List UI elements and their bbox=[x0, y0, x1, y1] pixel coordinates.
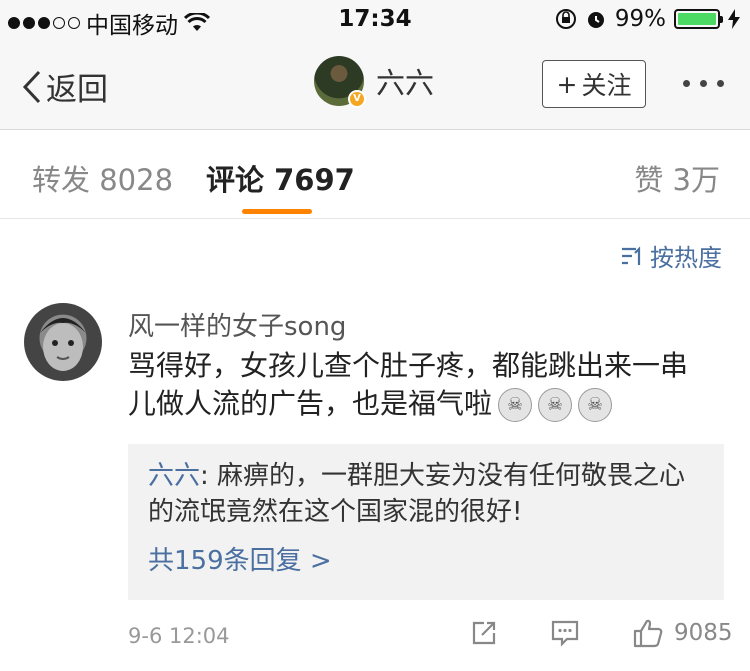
plus-icon: + bbox=[556, 69, 578, 99]
tab-comment[interactable]: 评论 7697 bbox=[206, 157, 355, 199]
reply-author[interactable]: 六六 bbox=[148, 461, 200, 491]
view-all-replies-link[interactable]: 共159条回复 > bbox=[148, 540, 704, 577]
commenter-avatar[interactable] bbox=[24, 303, 102, 381]
back-button[interactable]: 返回 bbox=[22, 64, 108, 109]
share-icon bbox=[472, 621, 496, 645]
more-options-icon[interactable] bbox=[683, 80, 724, 87]
avatar[interactable]: V bbox=[314, 56, 366, 108]
reply-text: 麻痹的，一群胆大妄为没有任何敬畏之心的流氓竟然在这个国家混的很好! bbox=[148, 461, 686, 527]
status-right: 99% bbox=[555, 6, 740, 32]
comment-actions: 9085 bbox=[470, 618, 733, 648]
reply-separator: : bbox=[200, 461, 218, 491]
comment-body: 骂得好，女孩儿查个肚子疼，都能跳出来一串儿做人流的广告，也是福气啦 ☠ ☠ ☠ bbox=[128, 347, 688, 423]
sort-label: 按热度 bbox=[650, 244, 722, 272]
sort-icon bbox=[622, 245, 641, 265]
back-label: 返回 bbox=[46, 72, 108, 108]
follow-label: 关注 bbox=[581, 71, 632, 100]
chevron-left-icon bbox=[22, 70, 41, 103]
tab-bar: 转发 8028 评论 7697 赞 3万 bbox=[0, 131, 750, 219]
share-button[interactable] bbox=[470, 619, 498, 647]
like-button[interactable]: 9085 bbox=[632, 618, 733, 648]
battery-icon bbox=[674, 9, 723, 29]
profile-header[interactable]: V 六六 bbox=[314, 56, 434, 108]
tab-like[interactable]: 赞 3万 bbox=[634, 157, 720, 199]
commenter-name[interactable]: 风一样的女子song bbox=[128, 306, 346, 343]
follow-button[interactable]: + 关注 bbox=[542, 60, 646, 108]
child-face-icon bbox=[40, 318, 86, 371]
nav-bar: 返回 V 六六 + 关注 bbox=[0, 40, 750, 130]
tab-repost[interactable]: 转发 8028 bbox=[32, 157, 173, 199]
reply-item: 六六: 麻痹的，一群胆大妄为没有任何敬畏之心的流氓竟然在这个国家混的很好! bbox=[148, 458, 704, 530]
orientation-lock-icon bbox=[555, 9, 576, 29]
verified-badge-icon: V bbox=[348, 90, 366, 108]
skull-emoji-icon: ☠ bbox=[578, 388, 613, 422]
comment-timestamp: 9-6 12:04 bbox=[128, 624, 230, 648]
thumbs-up-icon bbox=[633, 619, 663, 648]
alarm-icon bbox=[587, 12, 604, 28]
reply-button[interactable] bbox=[550, 619, 580, 647]
skull-emoji-icon: ☠ bbox=[498, 388, 533, 422]
skull-emoji-icon: ☠ bbox=[538, 388, 573, 422]
comment-icon bbox=[551, 620, 579, 647]
active-tab-indicator bbox=[242, 209, 312, 214]
battery-percent: 99% bbox=[614, 6, 666, 32]
profile-name[interactable]: 六六 bbox=[376, 60, 434, 102]
reply-preview[interactable]: 六六: 麻痹的，一群胆大妄为没有任何敬畏之心的流氓竟然在这个国家混的很好! 共1… bbox=[128, 444, 724, 600]
status-bar: 中国移动 17:34 99% bbox=[0, 0, 750, 40]
like-count: 9085 bbox=[674, 620, 733, 646]
charging-icon bbox=[728, 9, 740, 29]
sort-by-hot-button[interactable]: 按热度 bbox=[620, 238, 722, 273]
